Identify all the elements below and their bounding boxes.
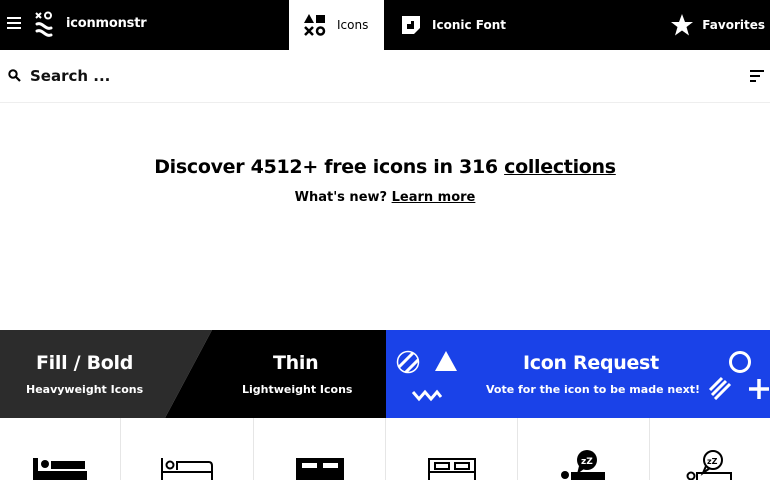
icon-cell[interactable]: zZ (518, 418, 650, 480)
striped-circle-icon (396, 350, 420, 374)
triangle-icon (435, 351, 457, 371)
double-bed-thin-icon (427, 458, 476, 480)
tab-icons[interactable]: Icons (289, 0, 384, 50)
icon-request-band[interactable]: Icon Request Vote for the icon to be mad… (386, 330, 770, 418)
plus-icon (749, 379, 769, 399)
svg-text:zZ: zZ (581, 457, 593, 467)
hero-title: Discover 4512+ free icons in 316 collect… (0, 156, 770, 178)
thin-subtitle: Lightweight Icons (242, 383, 353, 396)
brand-name[interactable]: iconmonstr (66, 16, 147, 31)
tab-iconic-font-label: Iconic Font (432, 18, 507, 32)
fill-bold-title: Fill / Bold (36, 352, 134, 374)
double-bed-fill-icon (295, 458, 344, 480)
search-input[interactable] (30, 62, 710, 90)
search-icon (8, 69, 21, 82)
hero-subtitle: What's new? Learn more (0, 190, 770, 205)
font-icon (402, 16, 420, 34)
icon-request-title: Icon Request (523, 352, 659, 374)
menu-icon[interactable] (7, 17, 21, 30)
fill-bold-subtitle: Heavyweight Icons (26, 383, 144, 396)
hero-sub-text: What's new? (294, 190, 392, 205)
star-icon (671, 14, 694, 36)
zigzag-icon (412, 389, 442, 402)
icon-cell[interactable] (254, 418, 386, 480)
sleep-zz-thin-icon: zZ (686, 450, 732, 480)
icon-cell[interactable] (121, 418, 254, 480)
top-nav: iconmonstr Icons Iconic Font Favorites (0, 0, 770, 50)
tab-icons-label: Icons (337, 18, 369, 32)
thin-title: Thin (273, 352, 319, 374)
search-bar (0, 50, 770, 103)
filter-icon[interactable] (750, 70, 764, 82)
icon-cell[interactable] (0, 418, 121, 480)
icon-grid: zZ zZ (0, 418, 770, 480)
favorites-label: Favorites (702, 18, 765, 32)
hero-title-text: Discover 4512+ free icons in 316 (154, 156, 505, 178)
icon-request-subtitle: Vote for the icon to be made next! (486, 383, 701, 396)
shapes-icon (304, 14, 326, 36)
icon-cell[interactable] (386, 418, 518, 480)
tab-iconic-font[interactable]: Iconic Font (400, 0, 506, 50)
bed-thin-icon (161, 458, 213, 480)
bed-fill-icon (33, 458, 87, 480)
circle-outline-icon (729, 351, 751, 373)
category-bands: Fill / Bold Heavyweight Icons Thin Light… (0, 330, 770, 418)
svg-text:zZ: zZ (707, 457, 718, 466)
favorites-link[interactable]: Favorites (670, 0, 765, 50)
icon-cell[interactable]: zZ (650, 418, 770, 480)
iconmonstr-logo-icon[interactable] (33, 10, 61, 38)
sleep-zz-fill-icon: zZ (560, 450, 605, 480)
collections-link[interactable]: collections (504, 156, 616, 178)
diagonal-stripes-icon (708, 376, 732, 400)
learn-more-link[interactable]: Learn more (392, 190, 476, 205)
